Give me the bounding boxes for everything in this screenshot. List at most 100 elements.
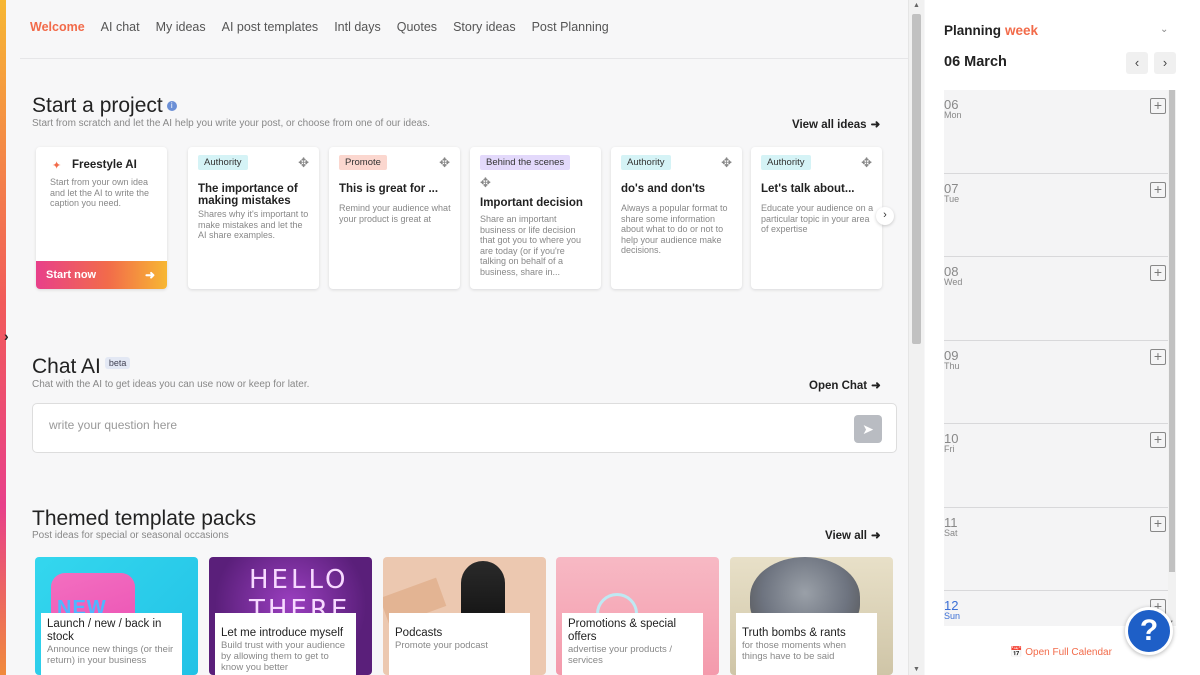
idea-card[interactable]: Behind the scenes ✥ Important decision S… (470, 147, 601, 289)
project-subtitle: Start from scratch and let the AI help y… (32, 118, 430, 129)
day-of-week: Sat (944, 527, 958, 538)
scroll-down-icon[interactable]: ▼ (913, 666, 920, 673)
pack-desc: for those moments when things have to be… (742, 640, 847, 662)
day-slot[interactable]: 09 Thu + (944, 340, 1170, 424)
packs-subtitle: Post ideas for special or seasonal occas… (32, 530, 229, 541)
day-of-week: Wed (944, 277, 963, 287)
main-scrollbar[interactable]: ▲ ▼ (908, 0, 924, 675)
pack-card-truth-bombs[interactable]: Truth bombs & rants for those moments wh… (730, 557, 893, 675)
category-tag: Authority (621, 155, 671, 170)
planning-header[interactable]: Planning week (944, 23, 1038, 38)
pack-title: Launch / new / back in stock (47, 618, 162, 643)
freestyle-card[interactable]: ✦ Freestyle AI Start from your own idea … (36, 147, 167, 289)
pack-title: Truth bombs & rants (742, 627, 846, 639)
idea-card[interactable]: Authority ✥ Let's talk about... Educate … (751, 147, 882, 289)
nav-quotes[interactable]: Quotes (397, 20, 437, 34)
pack-card-podcasts[interactable]: Podcasts Promote your podcast (383, 557, 546, 675)
beta-badge: beta (104, 357, 131, 369)
add-icon[interactable]: + (1150, 98, 1166, 114)
chat-subtitle: Chat with the AI to get ideas you can us… (32, 379, 310, 390)
carousel-next-chevron-right-icon[interactable]: › (876, 207, 894, 225)
view-all-packs-link[interactable]: View all ➜ (825, 528, 881, 542)
add-icon[interactable]: + (1150, 348, 1166, 365)
idea-card[interactable]: Promote ✥ This is great for ... Remind y… (329, 147, 460, 289)
pack-label: Podcasts Promote your podcast (389, 613, 530, 675)
sidebar-expand-icon[interactable]: › (4, 328, 18, 346)
nav-ai-post-templates[interactable]: AI post templates (222, 20, 319, 34)
day-of-week: Mon (944, 110, 962, 120)
day-slot[interactable]: 11 Sat + (944, 507, 1170, 591)
move-icon[interactable]: ✥ (439, 155, 450, 171)
idea-card[interactable]: Authority ✥ do's and don'ts Always a pop… (611, 147, 742, 289)
help-icon[interactable]: ? (1125, 607, 1173, 655)
prev-week-chevron-left-icon[interactable]: ‹ (1126, 52, 1148, 74)
card-desc: Share an important business or life deci… (480, 214, 582, 277)
nav-intl-days[interactable]: Intl days (334, 20, 381, 34)
calendar-icon: 📅 (1010, 647, 1023, 658)
pack-label: Launch / new / back in stock Announce ne… (41, 613, 182, 675)
next-week-chevron-right-icon[interactable]: › (1154, 52, 1176, 74)
nav-ai-chat[interactable]: AI chat (101, 20, 140, 34)
add-icon[interactable]: + (1150, 432, 1166, 448)
nav-divider (20, 58, 908, 59)
arrow-right-icon: ➜ (870, 119, 881, 131)
scroll-up-icon[interactable]: ▲ (913, 2, 920, 9)
day-of-week: Thu (944, 360, 960, 371)
view-all-ideas-link[interactable]: View all ideas ➜ (792, 117, 880, 131)
day-slot[interactable]: 07 Tue + (944, 173, 1170, 257)
arrow-right-icon: ➜ (144, 268, 155, 282)
pack-desc: Promote your podcast (395, 640, 488, 651)
nav-post-planning[interactable]: Post Planning (532, 20, 609, 34)
start-now-button[interactable]: Start now ➜ (36, 261, 167, 289)
nav-welcome[interactable]: Welcome (30, 20, 85, 34)
move-icon[interactable]: ✥ (861, 155, 872, 171)
project-section-title: Start a project i (32, 94, 177, 118)
add-icon[interactable]: + (1150, 181, 1166, 198)
day-of-week: Sun (944, 611, 961, 621)
pack-card-launch[interactable]: NEW Launch / new / back in stock Announc… (35, 557, 198, 675)
move-icon[interactable]: ✥ (480, 175, 491, 191)
planning-date: 06 March (944, 54, 1007, 70)
view-all-ideas-label: View all ideas (792, 119, 867, 131)
card-desc: Shares why it's important to make mistak… (198, 209, 309, 240)
planning-panel: Planning week ⌄ 06 March ‹ › 06 Mon + 07 … (925, 0, 1200, 675)
scroll-thumb[interactable] (912, 14, 921, 344)
open-chat-link[interactable]: Open Chat ➜ (809, 378, 881, 392)
add-icon[interactable]: + (1150, 265, 1166, 281)
planner-scroll-thumb[interactable] (1169, 90, 1175, 572)
chat-title-text: Chat AI (32, 355, 101, 378)
nav-story-ideas[interactable]: Story ideas (453, 20, 516, 34)
nav-my-ideas[interactable]: My ideas (156, 20, 206, 34)
idea-card[interactable]: Authority ✥ The importance of making mis… (188, 147, 319, 289)
chevron-down-icon[interactable]: ⌄ (1160, 24, 1168, 35)
pack-card-introduce[interactable]: HELLO THERE Let me introduce myself Buil… (209, 557, 372, 675)
card-title: Let's talk about... (761, 183, 855, 195)
info-icon[interactable]: i (166, 101, 177, 112)
day-of-week: Fri (944, 444, 955, 454)
card-desc: Remind your audience what your product i… (339, 203, 451, 224)
view-all-packs-label: View all (825, 530, 867, 542)
start-now-label: Start now (46, 269, 97, 281)
freestyle-title: Freestyle AI (72, 159, 137, 171)
open-full-calendar-link[interactable]: 📅 Open Full Calendar (1010, 647, 1112, 658)
day-slot[interactable]: 10 Fri + (944, 424, 1170, 508)
freestyle-desc: Start from your own idea and let the AI … (50, 177, 150, 208)
add-icon[interactable]: + (1150, 515, 1166, 532)
arrow-right-icon: ➜ (871, 380, 881, 392)
send-icon[interactable]: ➤ (854, 415, 882, 443)
planner-scrollbar[interactable]: ▼ (1168, 90, 1176, 626)
card-desc: Always a popular format to share some in… (621, 203, 728, 255)
card-title: The importance of making mistakes (198, 183, 298, 207)
pack-label: Promotions & special offers advertise yo… (562, 613, 703, 675)
planning-period: week (1005, 23, 1039, 38)
move-icon[interactable]: ✥ (721, 155, 732, 171)
chat-question-input[interactable] (49, 418, 829, 432)
move-icon[interactable]: ✥ (298, 155, 309, 171)
day-slot[interactable]: 06 Mon + (944, 90, 1170, 174)
day-slot[interactable]: 08 Wed + (944, 257, 1170, 341)
chat-input-box: ➤ (32, 403, 897, 453)
pack-card-promotions[interactable]: Promotions & special offers advertise yo… (556, 557, 719, 675)
day-list: 06 Mon + 07 Tue + 08 Wed + 09 Thu + 10 F… (944, 90, 1170, 626)
pack-desc: Build trust with your audience by allowi… (221, 640, 346, 673)
pack-desc: advertise your products / services (568, 644, 673, 666)
